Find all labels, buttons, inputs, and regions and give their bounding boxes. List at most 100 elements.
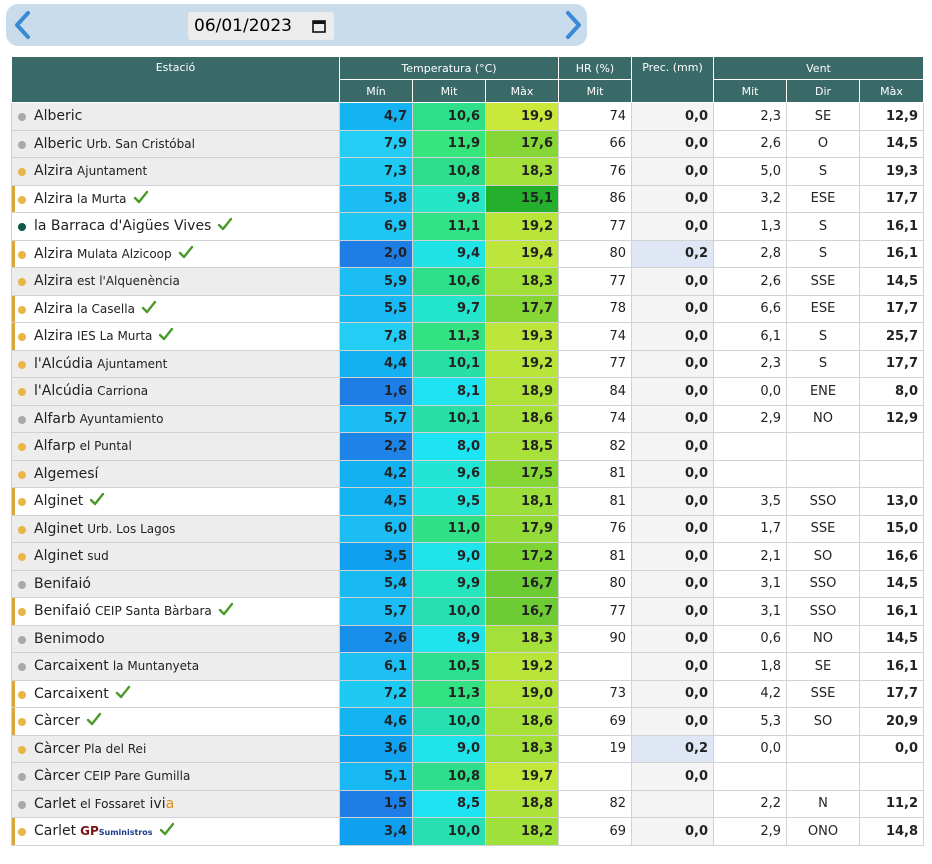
station-cell[interactable]: Càrcer Pla del Rei [11, 734, 340, 763]
station-cell[interactable]: Alberic [11, 102, 340, 131]
station-cell[interactable]: Alzira est l'Alquenència [11, 267, 340, 296]
table-row[interactable]: Alfarp el Puntal 2,2 8,0 18,5 82 0,0 [11, 432, 925, 461]
table-row[interactable]: l'Alcúdia Carriona 1,6 8,1 18,9 84 0,0 0,0 ENE 8,… [11, 377, 925, 406]
table-row[interactable]: Càrcer Pla del Rei 3,6 9,0 18,3 19 0,2 0,0 0,0 [11, 734, 925, 763]
wind-max-cell: 16,1 [859, 597, 925, 626]
station-cell[interactable]: Carcaixent [11, 679, 340, 708]
col-header-station[interactable]: Estació [11, 56, 340, 103]
station-cell[interactable]: Benimodo [11, 624, 340, 653]
station-cell[interactable]: Algemesí [11, 459, 340, 488]
previous-day-button[interactable] [8, 4, 38, 46]
station-cell[interactable]: Benifaió [11, 569, 340, 598]
station-cell[interactable]: l'Alcúdia Ajuntament [11, 349, 340, 378]
station-name: Algemesí [34, 465, 99, 482]
verified-check [158, 327, 174, 345]
verified-check [89, 492, 105, 510]
temp-max-cell: 17,7 [484, 294, 560, 323]
table-row[interactable]: Alzira la Casella 5,5 9,7 17,7 78 0,0 6,6 ESE 17,… [11, 294, 925, 323]
table-row[interactable]: Alberic Urb. San Cristóbal 7,9 11,9 17,6 66 0,… [11, 129, 925, 158]
table-row[interactable]: Alginet sud 3,5 9,0 17,2 81 0,0 2,1 SO 16,6 [11, 542, 925, 571]
station-cell[interactable]: Alginet [11, 487, 340, 516]
table-row[interactable]: Alzira la Murta 5,8 9,8 15,1 86 0,0 3,2 ESE 17,7 [11, 184, 925, 213]
table-row[interactable]: Benifaió CEIP Santa Bàrbara 5,7 10,0 16,7 77 0… [11, 597, 925, 626]
humidity-cell: 82 [558, 789, 633, 818]
col-header-temp-min[interactable]: Mín [339, 79, 413, 103]
station-cell[interactable]: Alginet sud [11, 542, 340, 571]
table-row[interactable]: Alginet 4,5 9,5 18,1 81 0,0 3,5 SSO 13,0 [11, 487, 925, 516]
station-cell[interactable]: Alberic Urb. San Cristóbal [11, 129, 340, 158]
station-cell[interactable]: Carlet GPSuministros [11, 817, 340, 846]
temp-mit-cell: 9,0 [412, 542, 486, 571]
wind-mit-cell: 6,1 [713, 322, 788, 351]
station-type-dot [18, 333, 26, 341]
table-row[interactable]: Algemesí 4,2 9,6 17,5 81 0,0 [11, 459, 925, 488]
station-cell[interactable]: Alginet Urb. Los Lagos [11, 514, 340, 543]
table-row[interactable]: Alginet Urb. Los Lagos 6,0 11,0 17,9 76 0,0 1,7… [11, 514, 925, 543]
calendar-icon[interactable] [312, 19, 326, 33]
date-input[interactable]: 06/01/2023 [188, 12, 334, 40]
col-header-wind-mit[interactable]: Mit [713, 79, 788, 103]
verified-check [86, 712, 102, 730]
temp-min-cell: 5,8 [339, 184, 413, 213]
station-cell[interactable]: Carlet el Fossaret ivia [11, 789, 340, 818]
station-name: Alzira [34, 300, 74, 317]
station-type-dot [18, 305, 26, 314]
temp-min-cell: 6,9 [339, 212, 413, 241]
table-row[interactable]: Alzira est l'Alquenència 5,9 10,6 18,3 77 0,0 2… [11, 267, 925, 296]
col-header-precipitation[interactable]: Prec. (mm) [631, 56, 715, 103]
station-name: Carlet [34, 795, 77, 812]
station-cell[interactable]: Benifaió CEIP Santa Bàrbara [11, 597, 340, 626]
col-header-wind-max[interactable]: Màx [859, 79, 925, 103]
station-cell[interactable]: Alzira la Casella [11, 294, 340, 323]
station-cell[interactable]: l'Alcúdia Carriona [11, 377, 340, 406]
table-row[interactable]: Carlet GPSuministros 3,4 10,0 18,2 69 0,0 2,9 ON… [11, 817, 925, 846]
table-row[interactable]: Alberic 4,7 10,6 19,9 74 0,0 2,3 SE 12,9 [11, 102, 925, 131]
table-row[interactable]: Alfarb Ayuntamiento 5,7 10,1 18,6 74 0,0 2,9 NO 1… [11, 404, 925, 433]
station-cell[interactable]: Alzira la Murta [11, 184, 340, 213]
next-day-button[interactable] [558, 4, 588, 46]
table-row[interactable]: Càrcer CEIP Pare Gumilla 5,1 10,8 19,7 0,0 [11, 762, 925, 791]
temp-mit-cell: 11,0 [412, 514, 486, 543]
wind-mit-cell: 6,6 [713, 294, 788, 323]
station-location: CEIP Pare Gumilla [83, 769, 191, 784]
col-header-hr-mit[interactable]: Mit [558, 79, 633, 103]
station-cell[interactable]: Alzira IES La Murta [11, 322, 340, 351]
station-cell[interactable]: la Barraca d'Aigües Vives [11, 212, 340, 241]
station-cell[interactable]: Alzira Ajuntament [11, 157, 340, 186]
table-row[interactable]: Carcaixent 7,2 11,3 19,0 73 0,0 4,2 SSE 17,7 [11, 679, 925, 708]
wind-max-cell: 0,0 [859, 734, 925, 763]
temp-mit-cell: 11,1 [412, 212, 486, 241]
col-header-temp-mit[interactable]: Mit [412, 79, 486, 103]
wind-mit-cell: 1,3 [713, 212, 788, 241]
table-row[interactable]: Alzira Ajuntament 7,3 10,8 18,3 76 0,0 5,0 S 19,3 [11, 157, 925, 186]
precipitation-cell: 0,0 [631, 377, 715, 406]
humidity-cell: 82 [558, 432, 633, 461]
temp-max-cell: 19,2 [484, 349, 560, 378]
humidity-cell: 77 [558, 212, 633, 241]
table-row[interactable]: l'Alcúdia Ajuntament 4,4 10,1 19,2 77 0,0 2,3 S 1… [11, 349, 925, 378]
col-header-temp-max[interactable]: Màx [484, 79, 560, 103]
table-row[interactable]: Carlet el Fossaret ivia 1,5 8,5 18,8 82 2,2 N 11… [11, 789, 925, 818]
temp-mit-cell: 9,8 [412, 184, 486, 213]
table-row[interactable]: Carcaixent la Muntanyeta 6,1 10,5 19,2 0,0 1,8… [11, 652, 925, 681]
station-cell[interactable]: Alfarb Ayuntamiento [11, 404, 340, 433]
station-cell[interactable]: Alzira Mulata Alzicoop [11, 239, 340, 268]
precipitation-cell: 0,0 [631, 157, 715, 186]
col-header-wind-dir[interactable]: Dir [786, 79, 861, 103]
table-row[interactable]: Càrcer 4,6 10,0 18,6 69 0,0 5,3 SO 20,9 [11, 707, 925, 736]
table-row[interactable]: la Barraca d'Aigües Vives 6,9 11,1 19,2 77 0,… [11, 212, 925, 241]
table-row[interactable]: Alzira IES La Murta 7,8 11,3 19,3 74 0,0 6,1 S 25… [11, 322, 925, 351]
station-location: IES La Murta [77, 329, 153, 344]
station-cell[interactable]: Carcaixent la Muntanyeta [11, 652, 340, 681]
table-row[interactable]: Alzira Mulata Alzicoop 2,0 9,4 19,4 80 0,2 2,8 S… [11, 239, 925, 268]
temp-min-cell: 6,1 [339, 652, 413, 681]
verified-check-icon [218, 603, 233, 616]
table-row[interactable]: Benimodo 2,6 8,9 18,3 90 0,0 0,6 NO 14,5 [11, 624, 925, 653]
station-name: Alginet [34, 548, 84, 565]
station-cell[interactable]: Càrcer [11, 707, 340, 736]
table-row[interactable]: Benifaió 5,4 9,9 16,7 80 0,0 3,1 SSO 14,5 [11, 569, 925, 598]
temp-max-cell: 18,5 [484, 432, 560, 461]
station-cell[interactable]: Càrcer CEIP Pare Gumilla [11, 762, 340, 791]
station-cell[interactable]: Alfarp el Puntal [11, 432, 340, 461]
wind-max-cell: 17,7 [859, 349, 925, 378]
